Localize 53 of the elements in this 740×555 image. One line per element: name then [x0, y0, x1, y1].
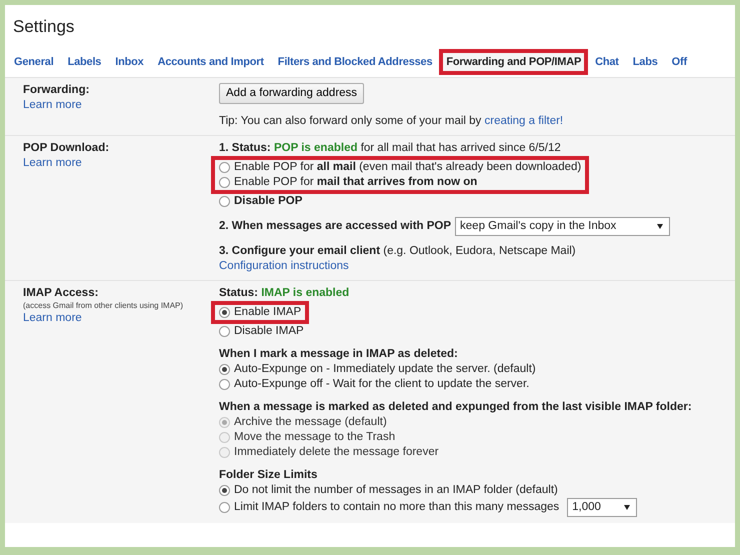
instructions-link[interactable]: Configuration instructions — [219, 259, 349, 274]
create-filter-link[interactable]: creating a filter! — [484, 115, 564, 127]
radio-button[interactable] — [219, 307, 230, 318]
radio-button[interactable] — [219, 326, 230, 337]
radio-button[interactable] — [219, 177, 230, 188]
radio-button[interactable] — [219, 379, 230, 390]
settings-tab[interactable]: General — [7, 49, 61, 75]
settings-tab[interactable]: Filters and Blocked Addresses — [270, 49, 440, 75]
option-label: Do not limit the number of messages in an IMAP folder (default) — [234, 483, 558, 498]
count-dropdown[interactable]: 1,000 — [567, 498, 638, 517]
caret-icon — [624, 505, 630, 510]
section-label: Forwarding: — [23, 83, 90, 98]
caret-icon — [657, 224, 664, 229]
option-label: Disable POP — [234, 194, 302, 209]
tip-text: Tip: You can also forward only some of your mail by creating a filter! — [219, 114, 564, 129]
learn-more-link[interactable]: Learn more — [23, 311, 82, 326]
radio-button[interactable] — [219, 502, 230, 513]
settings-tab[interactable]: Labels — [60, 49, 108, 75]
page-title: Settings — [12, 16, 76, 38]
option-label: Enable IMAP — [234, 305, 302, 320]
option-label: Auto-Expunge on - Immediately update the server. (default) — [234, 362, 536, 377]
learn-more-link[interactable]: Learn more — [23, 156, 82, 171]
radio-button[interactable] — [219, 485, 230, 496]
section-label: IMAP Access: — [23, 286, 98, 301]
setting-text: 3. Configure your email client (e.g. Outlook, Eudora, Netscape Mail) — [219, 244, 576, 259]
option-label: Auto-Expunge off - Wait for the client to update the server. — [234, 377, 530, 392]
radio-button[interactable] — [219, 162, 230, 173]
setting-heading: Folder Size Limits — [219, 468, 318, 483]
status-text: Status: IMAP is enabled — [219, 286, 350, 301]
setting-label: 2. When messages are accessed with POP — [219, 219, 452, 234]
learn-more-link[interactable]: Learn more — [23, 98, 82, 113]
option-label: Immediately delete the message forever — [234, 445, 439, 460]
settings-tab[interactable]: Labs — [626, 49, 665, 75]
settings-tab[interactable]: Chat — [588, 49, 626, 75]
option-label: Enable POP for mail that arrives from now on — [234, 175, 478, 190]
settings-tab[interactable]: Accounts and Import — [150, 49, 271, 75]
section-note: (access Gmail from other clients using IMAP) — [23, 301, 184, 311]
section-label: POP Download: — [23, 141, 110, 156]
settings-tab[interactable]: Forwarding and POP/IMAP — [439, 49, 588, 75]
pop-action-dropdown[interactable]: keep Gmail's copy in the Inbox — [455, 217, 670, 236]
option-label: Move the message to the Trash — [234, 430, 396, 445]
setting-heading: When I mark a message in IMAP as deleted: — [219, 347, 458, 362]
status-text: 1. Status: POP is enabled for all mail that has arrived since 6/5/12 — [219, 141, 561, 156]
radio-button[interactable] — [219, 364, 230, 375]
add-forwarding-button[interactable]: Add a forwarding address — [219, 83, 364, 104]
option-label: Archive the message (default) — [234, 415, 387, 430]
option-label: Enable POP for all mail (even mail that's already been downloaded) — [234, 160, 582, 175]
option-label: Limit IMAP folders to contain no more than this many messages — [234, 500, 560, 515]
setting-heading: When a message is marked as deleted and expunged from the last visible IMAP folder: — [219, 400, 692, 415]
settings-tab[interactable]: Inbox — [108, 49, 151, 75]
radio-button[interactable] — [219, 196, 230, 207]
settings-tab[interactable]: Off — [664, 49, 694, 75]
option-label: Disable IMAP — [234, 324, 304, 339]
